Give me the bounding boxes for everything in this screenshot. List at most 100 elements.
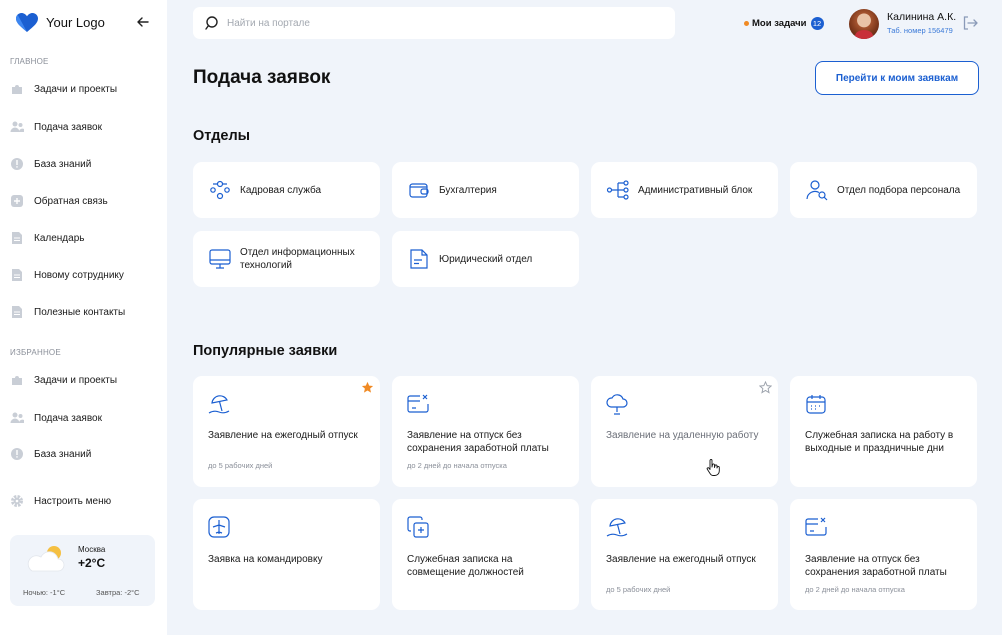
weather-temperature: +2°C (78, 556, 106, 570)
avatar[interactable] (849, 9, 879, 39)
gear-icon (11, 495, 23, 507)
puzzle-icon (12, 85, 22, 94)
logout-icon[interactable] (962, 15, 978, 31)
users-icon (10, 121, 24, 132)
department-card-hr[interactable]: Кадровая служба (193, 162, 380, 218)
sidebar-item-feedback[interactable]: Обратная связь (10, 190, 158, 212)
request-title: Заявка на командировку (208, 554, 323, 565)
user-search-icon (806, 180, 828, 201)
request-title: Заявление на ежегодный отпуск (606, 554, 756, 565)
wallet-icon (409, 183, 429, 198)
sidebar-item-label: Полезные контакты (34, 306, 126, 318)
my-tasks-label: Мои задачи (752, 17, 807, 29)
section-label-favorites: ИЗБРАННОЕ (10, 348, 61, 357)
search-bar (193, 7, 675, 39)
department-card-recruiting[interactable]: Отдел подбора персонала (790, 162, 977, 218)
cloud-icon (606, 394, 628, 415)
favorite-item-tasks[interactable]: Задачи и проекты (10, 369, 158, 391)
arrow-left-icon[interactable] (136, 15, 150, 29)
logo-text: Your Logo (46, 15, 105, 30)
card-cancel-icon (407, 394, 429, 413)
sidebar-item-calendar[interactable]: Календарь (10, 227, 158, 249)
status-dot (744, 20, 749, 26)
tasks-count-badge: 12 (810, 16, 824, 30)
people-group-icon (210, 180, 230, 200)
request-card-business-trip[interactable]: Заявка на командировку (193, 499, 380, 610)
document-icon (12, 232, 22, 244)
sidebar-item-label: Обратная связь (34, 195, 108, 207)
sidebar-item-knowledge[interactable]: База знаний (10, 153, 158, 175)
info-icon (11, 448, 23, 460)
weather-widget: Москва +2°C Ночью: -1°C Завтра: -2°C (10, 535, 155, 606)
sidebar-item-label: Настроить меню (34, 495, 112, 507)
logo[interactable]: Your Logo (16, 12, 156, 34)
popular-requests-title: Популярные заявки (193, 343, 338, 359)
favorite-item-knowledge[interactable]: База знаний (10, 443, 158, 465)
user-tab-number: Таб. номер 156479 (887, 26, 953, 35)
plus-icon (11, 195, 23, 207)
request-title: Заявление на удаленную работу (606, 430, 759, 441)
cloud-sun-icon (27, 546, 65, 572)
request-card-unpaid-leave[interactable]: Заявление на отпуск без сохранения зараб… (392, 376, 579, 487)
department-card-accounting[interactable]: Бухгалтерия (392, 162, 579, 218)
goto-my-requests-button[interactable]: Перейти к моим заявкам (815, 61, 979, 95)
weather-tomorrow: Завтра: -2°C (96, 588, 140, 597)
sidebar-item-label: Задачи и проекты (34, 83, 118, 95)
department-label: Отдел информационных технологий (240, 247, 355, 271)
copy-plus-icon (407, 516, 429, 538)
airplane-icon (208, 516, 230, 538)
departments-title: Отделы (193, 128, 251, 144)
beach-umbrella-icon (208, 395, 230, 414)
department-label: Бухгалтерия (439, 184, 497, 196)
weather-city: Москва (78, 545, 106, 554)
request-title: Заявление на ежегодный отпуск (208, 430, 358, 441)
sidebar-item-label: Подача заявок (34, 121, 102, 133)
page-title: Подача заявок (193, 67, 331, 88)
section-label-main: ГЛАВНОЕ (10, 57, 49, 66)
request-title: Заявление на отпуск без сохранения зараб… (407, 430, 549, 454)
user-name[interactable]: Калинина А.К. (887, 11, 956, 23)
request-title: Служебная записка на работу в выходные и… (805, 430, 954, 454)
heart-logo-icon (16, 13, 38, 32)
legal-document-icon (410, 249, 428, 269)
request-card-unpaid-leave-2[interactable]: Заявление на отпуск без сохранения зараб… (790, 499, 977, 610)
department-card-legal[interactable]: Юридический отдел (392, 231, 579, 287)
my-tasks-link[interactable]: Мои задачи 12 (744, 16, 824, 30)
sidebar-item-tasks[interactable]: Задачи и проекты (10, 78, 158, 100)
sidebar-item-new-employee[interactable]: Новому сотруднику (10, 264, 158, 286)
request-subtitle: до 2 дней до начала отпуска (805, 585, 905, 594)
request-title: Заявление на отпуск без сохранения зараб… (805, 554, 947, 578)
hand-pointer-icon (706, 459, 720, 476)
request-card-annual-leave[interactable]: Заявление на ежегодный отпуск до 5 рабоч… (193, 376, 380, 487)
search-input[interactable] (227, 15, 647, 31)
request-card-annual-leave-2[interactable]: Заявление на ежегодный отпуск до 5 рабоч… (591, 499, 778, 610)
users-icon (10, 412, 24, 423)
department-card-it[interactable]: Отдел информационных технологий (193, 231, 380, 287)
request-card-weekend-work[interactable]: Служебная записка на работу в выходные и… (790, 376, 977, 487)
request-card-combined-positions[interactable]: Служебная записка на совмещение должност… (392, 499, 579, 610)
star-filled-icon[interactable] (361, 381, 374, 394)
department-card-admin[interactable]: Административный блок (591, 162, 778, 218)
department-label: Кадровая служба (240, 184, 322, 196)
sidebar-item-requests[interactable]: Подача заявок (10, 116, 158, 138)
document-icon (12, 269, 22, 281)
sidebar-item-label: Новому сотруднику (34, 269, 124, 281)
sidebar-item-label: База знаний (34, 448, 92, 460)
favorite-item-requests[interactable]: Подача заявок (10, 407, 158, 429)
sidebar-item-label: Подача заявок (34, 412, 102, 424)
request-subtitle: до 2 дней до начала отпуска (407, 461, 507, 470)
request-subtitle: до 5 рабочих дней (208, 461, 273, 470)
department-label: Отдел подбора персонала (837, 184, 961, 196)
sidebar-item-contacts[interactable]: Полезные контакты (10, 301, 158, 323)
document-icon (12, 306, 22, 318)
department-label: Юридический отдел (439, 253, 533, 265)
info-icon (11, 158, 23, 170)
star-outline-icon[interactable] (759, 381, 772, 394)
department-label: Административный блок (638, 184, 753, 196)
card-cancel-icon (805, 517, 827, 536)
request-card-remote-work[interactable]: Заявление на удаленную работу (591, 376, 778, 487)
sidebar-item-label: База знаний (34, 158, 92, 170)
customize-menu-button[interactable]: Настроить меню (10, 490, 158, 512)
monitor-icon (209, 249, 231, 269)
calendar-icon (806, 395, 826, 414)
